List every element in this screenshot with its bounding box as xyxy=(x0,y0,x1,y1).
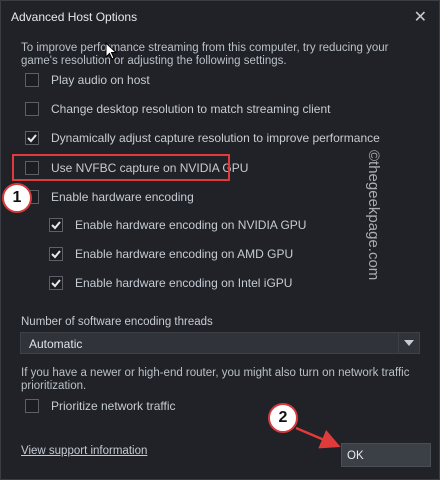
checkbox[interactable] xyxy=(49,218,63,232)
encoding-threads-label: Number of software encoding threads xyxy=(21,316,213,328)
checkbox[interactable] xyxy=(25,399,39,413)
close-icon[interactable]: ✕ xyxy=(414,7,427,27)
intro-text: To improve performance streaming from th… xyxy=(21,42,389,67)
option-prioritize-network-traffic[interactable]: Prioritize network traffic xyxy=(25,399,175,413)
step-badge-2: 2 xyxy=(268,403,298,433)
mouse-cursor-icon xyxy=(105,42,117,60)
option-label: Enable hardware encoding on NVIDIA GPU xyxy=(75,218,307,232)
checkbox[interactable] xyxy=(25,73,39,87)
option-label: Play audio on host xyxy=(51,73,150,87)
router-note: If you have a newer or high-end router, … xyxy=(21,367,410,392)
select-value: Automatic xyxy=(29,337,83,351)
option-dynamic-capture-resolution[interactable]: Dynamically adjust capture resolution to… xyxy=(25,131,380,145)
ok-button[interactable]: OK xyxy=(341,443,431,467)
title-bar: Advanced Host Options ✕ xyxy=(1,1,439,33)
checkbox[interactable] xyxy=(25,102,39,116)
option-hw-encoding-amd[interactable]: Enable hardware encoding on AMD GPU xyxy=(49,247,293,261)
step-badge-1: 1 xyxy=(2,183,32,213)
option-play-audio-on-host[interactable]: Play audio on host xyxy=(25,73,150,87)
option-hw-encoding-intel[interactable]: Enable hardware encoding on Intel iGPU xyxy=(49,276,292,290)
option-label: Enable hardware encoding on AMD GPU xyxy=(75,247,294,261)
option-change-desktop-resolution[interactable]: Change desktop resolution to match strea… xyxy=(25,102,331,116)
option-label: Dynamically adjust capture resolution to… xyxy=(51,131,380,145)
highlight-box xyxy=(12,154,230,181)
option-label: Change desktop resolution to match strea… xyxy=(51,102,331,116)
chevron-down-icon[interactable] xyxy=(398,333,419,353)
option-label: Enable hardware encoding on Intel iGPU xyxy=(75,276,293,290)
option-label: Enable hardware encoding xyxy=(51,190,194,204)
checkbox[interactable] xyxy=(49,276,63,290)
checkbox[interactable] xyxy=(49,247,63,261)
option-enable-hardware-encoding[interactable]: Enable hardware encoding xyxy=(25,190,194,204)
dialog-title: Advanced Host Options xyxy=(11,10,138,24)
checkbox[interactable] xyxy=(25,131,39,145)
view-support-link[interactable]: View support information xyxy=(21,445,147,457)
option-label: Prioritize network traffic xyxy=(51,399,176,413)
encoding-threads-select[interactable]: Automatic xyxy=(20,332,420,354)
option-hw-encoding-nvidia[interactable]: Enable hardware encoding on NVIDIA GPU xyxy=(49,218,306,232)
watermark: ©thegeekpage.com xyxy=(365,150,382,281)
